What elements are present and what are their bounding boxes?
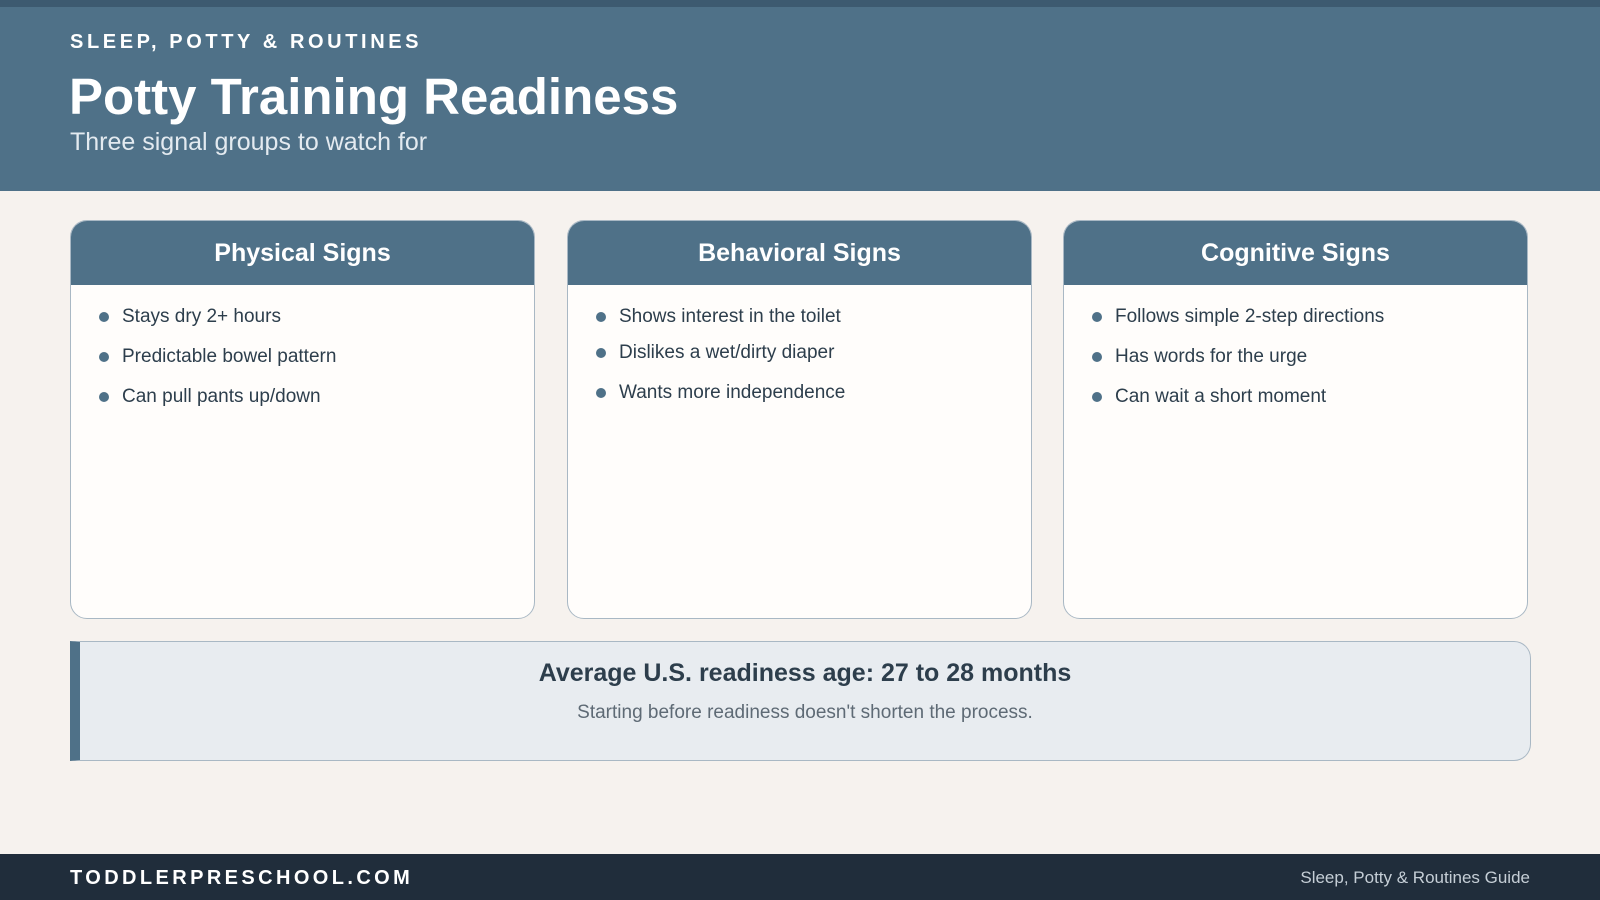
card-title: Cognitive Signs	[1064, 221, 1527, 285]
footer-site-name: TODDLERPRESCHOOL.COM	[70, 867, 414, 889]
bullet-icon	[1092, 392, 1102, 402]
header-banner: SLEEP, POTTY & ROUTINES Potty Training R…	[0, 7, 1600, 191]
list-item-text: Can wait a short moment	[1115, 386, 1327, 407]
list-item-text: Shows interest in the toilet	[619, 306, 841, 327]
list-item: Stays dry 2+ hours	[99, 306, 281, 328]
list-item: Follows simple 2-step directions	[1092, 306, 1385, 328]
list-item-text: Stays dry 2+ hours	[122, 306, 281, 327]
list-item: Has words for the urge	[1092, 346, 1308, 368]
list-item: Predictable bowel pattern	[99, 346, 337, 368]
page-title: Potty Training Readiness	[69, 68, 679, 125]
callout-note: Starting before readiness doesn't shorte…	[577, 702, 1033, 723]
card-cognitive-signs: Cognitive Signs Follows simple 2-step di…	[1063, 220, 1528, 619]
list-item-text: Dislikes a wet/dirty diaper	[619, 342, 835, 363]
list-item: Can wait a short moment	[1092, 386, 1327, 408]
bullet-icon	[1092, 352, 1102, 362]
bullet-icon	[596, 388, 606, 398]
page-subtitle: Three signal groups to watch for	[70, 128, 428, 156]
callout-title: Average U.S. readiness age: 27 to 28 mon…	[538, 659, 1072, 687]
bullet-icon	[99, 352, 109, 362]
card-physical-signs: Physical Signs Stays dry 2+ hours Predic…	[70, 220, 535, 619]
card-title: Physical Signs	[71, 221, 534, 285]
list-item-text: Has words for the urge	[1115, 346, 1308, 367]
list-item: Dislikes a wet/dirty diaper	[596, 342, 835, 364]
top-accent-bar	[0, 0, 1600, 7]
list-item-text: Predictable bowel pattern	[122, 346, 337, 367]
bullet-icon	[596, 312, 606, 322]
card-title: Behavioral Signs	[568, 221, 1031, 285]
card-behavioral-signs: Behavioral Signs Shows interest in the t…	[567, 220, 1032, 619]
list-item-text: Follows simple 2-step directions	[1115, 306, 1385, 327]
list-item-text: Can pull pants up/down	[122, 386, 321, 407]
readiness-age-callout: Average U.S. readiness age: 27 to 28 mon…	[70, 641, 1531, 761]
list-item: Shows interest in the toilet	[596, 306, 841, 328]
bullet-icon	[1092, 312, 1102, 322]
footer-bar: TODDLERPRESCHOOL.COM Sleep, Potty & Rout…	[0, 854, 1600, 900]
list-item: Wants more independence	[596, 382, 846, 404]
bullet-icon	[99, 312, 109, 322]
section-eyebrow: SLEEP, POTTY & ROUTINES	[70, 31, 423, 53]
list-item: Can pull pants up/down	[99, 386, 321, 408]
footer-guide-name: Sleep, Potty & Routines Guide	[1300, 868, 1530, 887]
bullet-icon	[99, 392, 109, 402]
bullet-icon	[596, 348, 606, 358]
list-item-text: Wants more independence	[619, 382, 846, 403]
